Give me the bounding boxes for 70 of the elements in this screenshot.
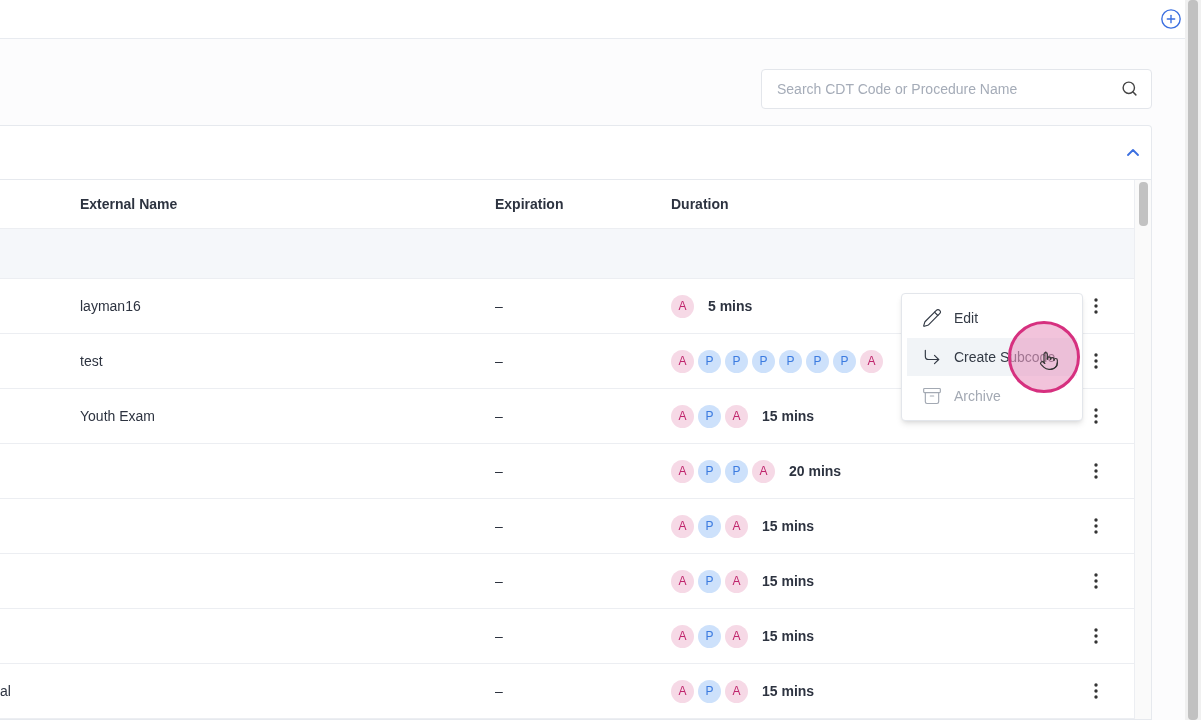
role-badge: A	[725, 679, 748, 703]
role-badge: A	[725, 624, 748, 648]
more-icon	[1094, 573, 1098, 589]
role-badge: P	[698, 404, 721, 428]
role-badge: A	[725, 514, 748, 538]
duration-text: 15 mins	[762, 516, 815, 536]
role-badge: P	[779, 349, 802, 373]
role-badge: A	[860, 349, 883, 373]
role-badge: P	[725, 459, 748, 483]
role-badge: P	[698, 569, 721, 593]
duration-text: 15 mins	[762, 681, 815, 701]
role-badge: A	[671, 569, 694, 593]
table-cell: test	[80, 352, 103, 369]
role-badge: A	[671, 514, 694, 538]
column-header: External Name	[80, 194, 179, 214]
role-badge: P	[752, 349, 775, 373]
scrollbar-thumb[interactable]	[1138, 182, 1148, 226]
role-badge: A	[752, 459, 775, 483]
more-icon	[1094, 683, 1098, 699]
search-field[interactable]: Search CDT Code or Procedure Name	[761, 69, 1152, 109]
role-badge: A	[671, 624, 694, 648]
role-badge: P	[698, 459, 721, 483]
table-cell: Youth Exam	[80, 407, 155, 424]
table-cell: –	[495, 517, 503, 534]
more-icon	[1094, 463, 1098, 479]
duration-text: 15 mins	[762, 406, 815, 426]
search-icon	[1121, 80, 1138, 97]
table-cell: al	[0, 682, 11, 699]
more-icon	[1094, 298, 1098, 314]
role-badge: P	[698, 679, 721, 703]
role-badge: A	[725, 404, 748, 428]
table-cell: –	[495, 572, 503, 589]
role-badge: P	[833, 349, 856, 373]
more-icon	[1094, 408, 1098, 424]
add-icon	[1160, 8, 1182, 30]
role-badge: P	[725, 349, 748, 373]
role-badge: P	[806, 349, 829, 373]
page-scrollbar-thumb[interactable]	[1188, 0, 1198, 720]
collapse-button[interactable]	[1127, 149, 1139, 156]
duration-text: 5 mins	[708, 296, 753, 316]
menu-item[interactable]: Edit	[907, 299, 1077, 337]
table-cell: –	[495, 627, 503, 644]
duration-text: 15 mins	[762, 571, 815, 591]
table-cell: –	[495, 682, 503, 699]
duration-text: 20 mins	[789, 461, 842, 481]
table-cell: –	[495, 407, 503, 424]
archive-box-icon	[922, 386, 942, 406]
table-cell: –	[495, 352, 503, 369]
column-header: Expiration	[495, 194, 565, 214]
more-icon	[1094, 353, 1098, 369]
table-cell: –	[495, 462, 503, 479]
column-header: Duration	[671, 194, 729, 214]
role-badge: P	[698, 624, 721, 648]
table-cell: –	[495, 297, 503, 314]
role-badge: A	[671, 679, 694, 703]
table-cell: layman16	[80, 297, 141, 314]
corner-arrow-icon	[922, 347, 942, 367]
role-badge: P	[698, 514, 721, 538]
more-icon	[1094, 518, 1098, 534]
pencil-icon	[922, 308, 942, 328]
add-button[interactable]	[1160, 8, 1182, 30]
role-badge: A	[671, 349, 694, 373]
duration-text: 15 mins	[762, 626, 815, 646]
role-badge: P	[698, 349, 721, 373]
role-badge: A	[671, 294, 694, 318]
role-badge: A	[671, 459, 694, 483]
more-icon	[1094, 628, 1098, 644]
role-badge: A	[725, 569, 748, 593]
chevron-up-icon	[1127, 149, 1139, 156]
role-badge: A	[671, 404, 694, 428]
